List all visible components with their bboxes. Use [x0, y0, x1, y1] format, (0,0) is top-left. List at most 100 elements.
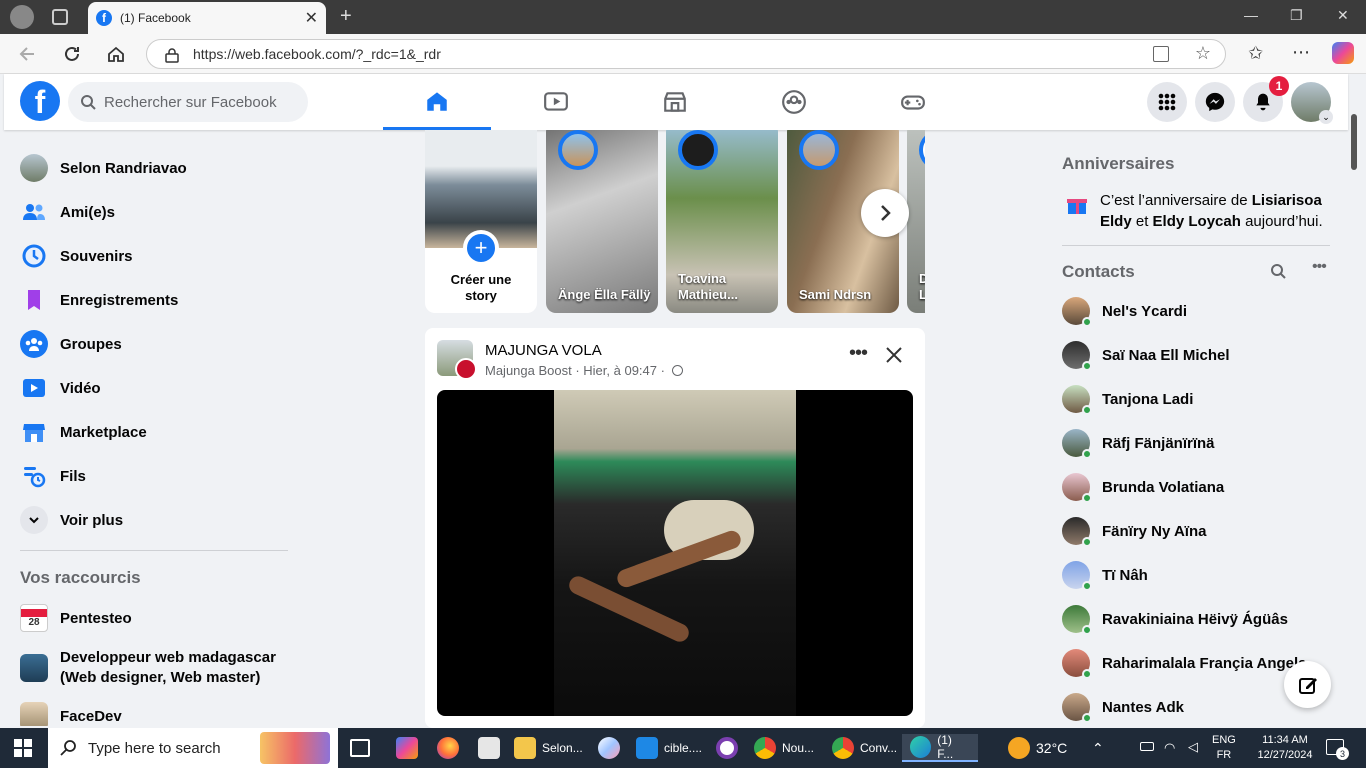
contact-item[interactable]: Brunda Volatiana: [1062, 469, 1224, 505]
taskbar-app-chrome-1[interactable]: Nou...: [754, 734, 814, 762]
weather-widget[interactable]: 32°C: [1008, 734, 1067, 762]
sidebar-item-profile[interactable]: Selon Randriavao: [20, 150, 187, 186]
story-card[interactable]: Änge Ëlla Fällÿ: [546, 130, 658, 313]
shortcut-item-facedev[interactable]: FaceDev: [20, 698, 122, 726]
close-window-button[interactable]: ✕: [1337, 7, 1349, 24]
create-story-card[interactable]: + Créer une story: [425, 130, 537, 313]
feeds-icon: [20, 462, 48, 490]
taskbar-app-vscode[interactable]: cible....: [636, 734, 702, 762]
taskbar-app-edge[interactable]: (1) F...: [902, 733, 978, 762]
contacts-options-icon[interactable]: •••: [1312, 258, 1327, 276]
post-options-icon[interactable]: •••: [849, 342, 868, 365]
taskbar-app-chrome-2[interactable]: Conv...: [832, 734, 897, 762]
contact-item[interactable]: Ravakiniaina Hëivÿ Ágüâs: [1062, 601, 1288, 637]
contact-item[interactable]: Nel's Ycardi: [1062, 293, 1187, 329]
contact-item[interactable]: Räfj Fänjänïrïnä: [1062, 425, 1215, 461]
sidebar-item-video[interactable]: Vidéo: [20, 370, 101, 406]
story-card[interactable]: Toavina Mathieu...: [666, 130, 778, 313]
page-avatar[interactable]: [437, 340, 477, 380]
copilot-icon[interactable]: [1332, 42, 1354, 64]
new-message-button[interactable]: [1284, 661, 1331, 708]
story-card[interactable]: D L: [907, 130, 925, 313]
taskbar-app-explorer[interactable]: Selon...: [514, 734, 583, 762]
hide-post-icon[interactable]: [885, 346, 903, 364]
stories-next-button[interactable]: [861, 189, 909, 237]
minimize-button[interactable]: —: [1244, 7, 1258, 23]
contact-item[interactable]: Nantes Adk: [1062, 689, 1184, 725]
tab-video[interactable]: [502, 74, 610, 130]
edge-icon: [910, 736, 932, 758]
contact-avatar: [1062, 649, 1092, 679]
contact-item[interactable]: Tanjona Ladi: [1062, 381, 1193, 417]
search-contacts-icon[interactable]: [1270, 263, 1286, 279]
notifications-button[interactable]: 1: [1243, 76, 1289, 122]
tab-marketplace[interactable]: [621, 74, 729, 130]
battery-icon[interactable]: [1140, 742, 1154, 751]
calendar-app-icon[interactable]: [478, 737, 500, 759]
tab-facebook[interactable]: f (1) Facebook ✕: [88, 2, 326, 34]
favorite-star-icon[interactable]: ☆: [1195, 43, 1211, 64]
post-image[interactable]: [437, 390, 913, 716]
post-photo: [554, 390, 796, 716]
facebook-logo-icon[interactable]: f: [20, 81, 60, 121]
back-button[interactable]: [18, 44, 38, 64]
paint-icon[interactable]: [598, 737, 620, 759]
new-tab-button[interactable]: +: [340, 5, 352, 28]
sidebar-item-friends[interactable]: Ami(e)s: [20, 194, 115, 230]
post-page-name[interactable]: MAJUNGA VOLA: [485, 342, 602, 359]
task-view-icon[interactable]: [350, 739, 370, 757]
birthday-text[interactable]: C’est l’anniversaire de Lisiarisoa Eldy …: [1100, 190, 1330, 232]
sidebar-item-feeds[interactable]: Fils: [20, 458, 86, 494]
home-button[interactable]: [106, 44, 126, 64]
windows-start-icon[interactable]: [14, 739, 32, 757]
contact-avatar: [1062, 473, 1092, 503]
maximize-button[interactable]: ❐: [1290, 7, 1303, 24]
language-indicator[interactable]: ENG FR: [1212, 733, 1236, 763]
contact-name: Tï Nâh: [1102, 566, 1148, 584]
profile-icon[interactable]: [10, 5, 34, 29]
reload-button[interactable]: [62, 44, 82, 64]
clock[interactable]: 11:34 AM 12/27/2024: [1250, 733, 1320, 763]
more-menu-icon[interactable]: ⋯: [1292, 42, 1310, 63]
contact-item[interactable]: Fänïry Ny Aïna: [1062, 513, 1206, 549]
facebook-search-input[interactable]: Rechercher sur Facebook: [68, 82, 308, 122]
sidebar-item-label: Vidéo: [60, 379, 101, 397]
facebook-header: f Rechercher sur Facebook 1 ⌄: [4, 74, 1348, 130]
firefox-icon[interactable]: [437, 737, 459, 759]
sidebar-item-groups[interactable]: Groupes: [20, 326, 122, 362]
sidebar-item-marketplace[interactable]: Marketplace: [20, 414, 147, 450]
contact-item[interactable]: Tï Nâh: [1062, 557, 1148, 593]
close-tab-icon[interactable]: ✕: [305, 8, 318, 28]
tab-gaming[interactable]: [859, 74, 967, 130]
contact-name: Räfj Fänjänïrïnä: [1102, 434, 1215, 452]
post-meta: Majunga Boost · Hier, à 09:47 ·: [485, 363, 683, 378]
tab-groups[interactable]: [740, 74, 848, 130]
notification-center-icon[interactable]: 3: [1326, 739, 1349, 760]
copilot-taskbar-icon[interactable]: [396, 737, 418, 759]
messenger-button[interactable]: [1195, 82, 1235, 122]
contact-item[interactable]: Raharimalala Françia Angela: [1062, 645, 1307, 681]
app-available-icon[interactable]: [1153, 46, 1169, 62]
sidebar-item-memories[interactable]: Souvenirs: [20, 238, 133, 274]
sidebar-item-see-more[interactable]: Voir plus: [20, 502, 123, 538]
tab-home[interactable]: [383, 74, 491, 130]
obs-icon[interactable]: [716, 737, 738, 759]
contact-item[interactable]: Saï Naa Ell Michel: [1062, 337, 1230, 373]
menu-button[interactable]: [1147, 82, 1187, 122]
account-avatar[interactable]: ⌄: [1291, 82, 1333, 124]
volume-icon[interactable]: ◁: [1188, 739, 1198, 755]
tab-title: (1) Facebook: [120, 11, 191, 25]
sidebar-item-saved[interactable]: Enregistrements: [20, 282, 178, 318]
tray-overflow-icon[interactable]: ⌃: [1092, 740, 1104, 757]
url-field[interactable]: https://web.facebook.com/?_rdc=1&_rdr ☆: [146, 39, 1226, 69]
taskbar-search-input[interactable]: Type here to search: [48, 728, 338, 768]
shortcut-item-dev-madagascar[interactable]: Developpeur web madagascar (Web designer…: [20, 648, 280, 692]
page-scrollbar[interactable]: [1351, 114, 1357, 170]
network-icon[interactable]: ◠: [1164, 740, 1175, 756]
shortcut-item-pentesteo[interactable]: 28 Pentesteo: [20, 600, 132, 636]
contact-avatar: [1062, 429, 1092, 459]
sidebar-item-label: Enregistrements: [60, 291, 179, 309]
favorites-icon[interactable]: ✩: [1248, 43, 1263, 64]
tab-actions-icon[interactable]: [52, 9, 68, 25]
sidebar-item-label: Selon Randriavao: [60, 159, 187, 177]
